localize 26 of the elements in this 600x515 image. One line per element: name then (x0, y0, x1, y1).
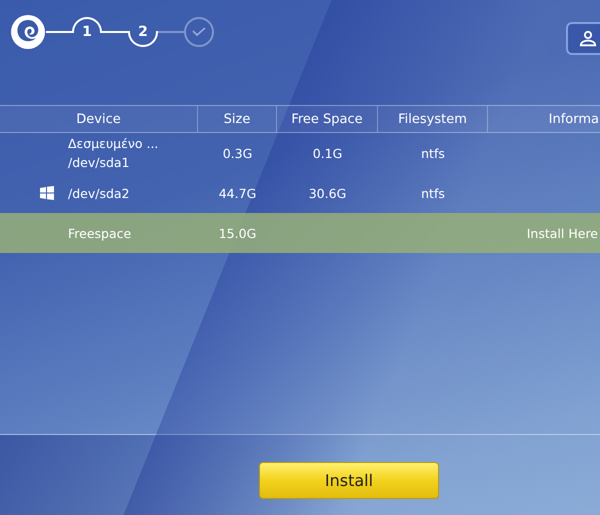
user-button[interactable] (566, 22, 600, 55)
info-text: Install Here (526, 226, 598, 240)
free-space-value: 30.6G (308, 186, 346, 200)
column-header[interactable]: Free Space (277, 106, 378, 132)
install-button[interactable]: Install (259, 462, 439, 498)
column-header[interactable]: Filesystem (378, 106, 488, 132)
free-space-value: 0.1G (312, 146, 342, 160)
partition-row[interactable]: Freespace 15.0G Install Here (0, 213, 600, 253)
step-number: 2 (138, 24, 148, 40)
column-header[interactable]: Informa (488, 106, 600, 132)
step-number: 1 (82, 24, 92, 40)
device-path: Freespace (68, 226, 132, 240)
partition-row[interactable]: /dev/sda2 44.7G 30.6G ntfs (0, 173, 600, 213)
filesystem-value: ntfs (421, 146, 445, 160)
column-header[interactable]: Size (198, 106, 277, 132)
size-value: 44.7G (218, 186, 256, 200)
size-value: 15.0G (218, 226, 256, 240)
check-icon (192, 27, 206, 37)
size-value: 0.3G (222, 146, 252, 160)
partition-row[interactable]: Δεσμευμένο ... /dev/sda1 0.3G 0.1G ntfs (0, 133, 600, 173)
filesystem-value: ntfs (421, 186, 445, 200)
user-icon (579, 30, 597, 48)
device-path: /dev/sda2 (68, 186, 130, 200)
device-path: /dev/sda1 (68, 155, 130, 170)
column-header[interactable]: Device (0, 106, 198, 132)
partition-label: Δεσμευμένο ... (68, 136, 158, 151)
